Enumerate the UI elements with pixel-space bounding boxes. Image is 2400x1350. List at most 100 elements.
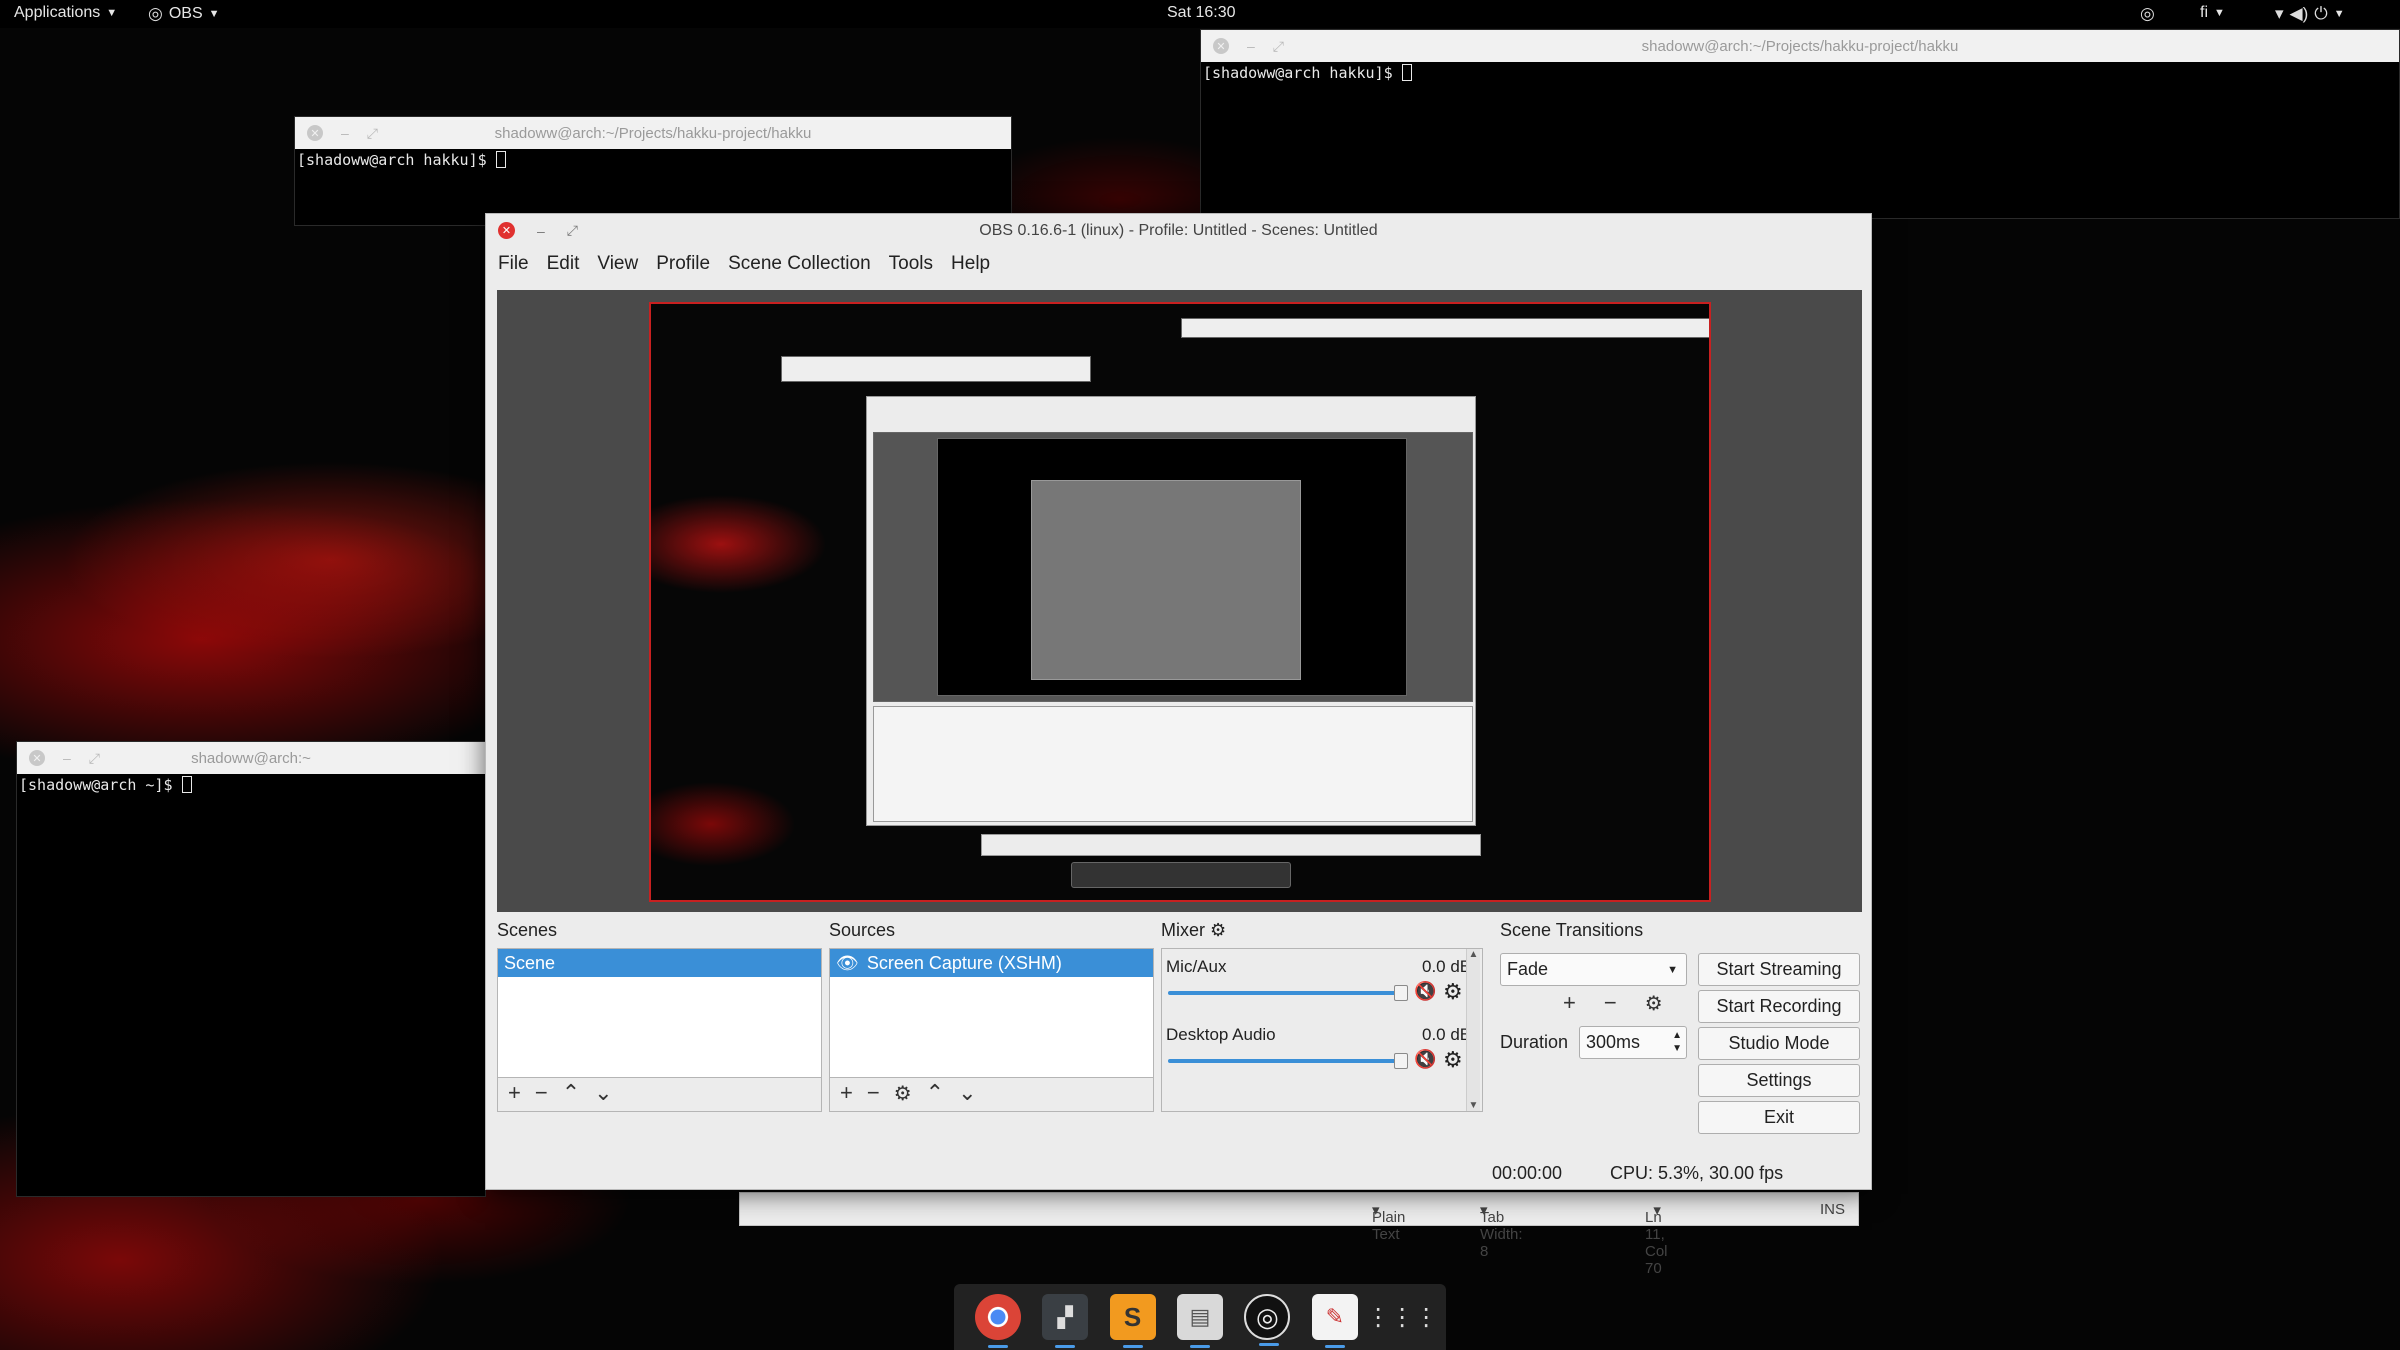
terminal-prompt-line[interactable]: [shadoww@arch ~]$ — [17, 774, 485, 796]
duration-spinbox[interactable]: 300ms ▲ ▼ — [1579, 1026, 1687, 1059]
remove-transition-icon[interactable]: − — [1604, 990, 1617, 1016]
menu-help[interactable]: Help — [951, 253, 990, 275]
add-scene-icon[interactable]: + — [508, 1080, 521, 1106]
transition-select[interactable]: Fade ▼ — [1500, 953, 1687, 986]
mixer-panel: Mic/Aux 0.0 dB 🔇 ⚙ Desktop Audio 0.0 dB … — [1161, 948, 1483, 1112]
chevron-down-icon: ▼ — [208, 8, 220, 20]
mixer-scrollbar[interactable]: ▲ ▼ — [1466, 949, 1480, 1111]
menu-profile[interactable]: Profile — [656, 253, 710, 275]
system-tray[interactable]: ▾ ◀) ⏻ ▼ — [2275, 4, 2345, 24]
remove-scene-icon[interactable]: − — [535, 1080, 548, 1106]
scene-name: Scene — [504, 952, 556, 973]
close-icon[interactable]: ✕ — [307, 125, 323, 141]
terminal-window-top-right[interactable]: ✕ – ⤢ shadoww@arch:~/Projects/hakku-projec… — [1200, 29, 2400, 219]
obs-window[interactable]: ✕ – ⤢ OBS 0.16.6-1 (linux) - Profile: Un… — [485, 213, 1872, 1190]
syntax-selector[interactable]: Plain Text ▾ — [1372, 1201, 1405, 1243]
transition-selected: Fade — [1507, 959, 1549, 979]
mixer-gear-icon[interactable]: ⚙ — [1210, 920, 1226, 940]
text-editor-icon[interactable]: ✎ — [1311, 1294, 1358, 1348]
app-grid-icon[interactable]: ⋮⋮⋮ — [1366, 1294, 1438, 1340]
channel-gear-icon[interactable]: ⚙ — [1443, 979, 1463, 1005]
minimize-icon[interactable]: – — [537, 223, 545, 239]
sources-title: Sources — [829, 920, 896, 940]
minimize-icon[interactable]: – — [63, 750, 71, 767]
close-icon[interactable]: ✕ — [29, 750, 45, 766]
mute-icon[interactable]: 🔇 — [1414, 1049, 1436, 1070]
tab-width-selector[interactable]: Tab Width: 8 ▾ — [1480, 1201, 1523, 1260]
terminal-prompt-line[interactable]: [shadoww@arch hakku]$ — [1201, 62, 2399, 84]
maximize-icon[interactable]: ⤢ — [89, 750, 100, 767]
cursor-position-label: Ln 11, Col 70 — [1645, 1209, 1668, 1277]
maximize-icon[interactable]: ⤢ — [367, 125, 378, 142]
chevron-down-icon: ▼ — [2214, 7, 2225, 19]
studio-mode-button[interactable]: Studio Mode — [1698, 1027, 1860, 1060]
clock-label: Sat 16:30 — [1167, 4, 1236, 21]
chrome-icon[interactable] — [974, 1294, 1021, 1348]
mixer-volume-slider[interactable] — [1168, 1059, 1402, 1063]
duration-label: Duration — [1500, 1032, 1569, 1052]
start-recording-button[interactable]: Start Recording — [1698, 990, 1860, 1023]
files-icon[interactable]: ▤ — [1176, 1294, 1223, 1348]
tab-width-label: Tab Width: 8 — [1480, 1209, 1523, 1260]
keyboard-layout-indicator[interactable]: fi ▼ — [2200, 4, 2225, 22]
close-icon[interactable]: ✕ — [498, 222, 515, 239]
mute-icon[interactable]: 🔇 — [1414, 981, 1436, 1002]
move-up-icon[interactable]: ⌃ — [926, 1080, 944, 1106]
volume-icon: ◀) — [2289, 4, 2309, 23]
menu-edit[interactable]: Edit — [547, 253, 580, 275]
menu-file[interactable]: File — [498, 253, 529, 275]
settings-button[interactable]: Settings — [1698, 1064, 1860, 1097]
scenes-list[interactable]: Scene — [497, 948, 822, 1078]
move-down-icon[interactable]: ⌄ — [958, 1080, 976, 1106]
terminal-titlebar: ✕ – ⤢ shadoww@arch:~/Projects/hakku-projec… — [1201, 30, 2399, 62]
obs-icon[interactable]: ◎ — [1244, 1294, 1291, 1346]
transition-gear-icon[interactable]: ⚙ — [1645, 991, 1663, 1016]
menu-view[interactable]: View — [597, 253, 638, 275]
start-streaming-button[interactable]: Start Streaming — [1698, 953, 1860, 986]
source-properties-gear-icon[interactable]: ⚙ — [894, 1081, 912, 1106]
terminal-prompt: [shadoww@arch hakku]$ — [1203, 64, 1402, 82]
menu-scene-collection[interactable]: Scene Collection — [728, 253, 871, 275]
add-transition-icon[interactable]: + — [1563, 990, 1576, 1016]
menu-tools[interactable]: Tools — [889, 253, 933, 275]
obs-tray-icon[interactable]: ◎ — [2140, 4, 2155, 24]
remove-source-icon[interactable]: − — [867, 1080, 880, 1106]
applications-label: Applications — [14, 4, 101, 21]
terminal-window-lower-left[interactable]: ✕ – ⤢ shadoww@arch:~ [shadoww@arch ~]$ — [16, 741, 486, 1197]
terminal-prompt-line[interactable]: [shadoww@arch hakku]$ — [295, 149, 1011, 171]
sources-list[interactable]: 👁 Screen Capture (XSHM) — [829, 948, 1154, 1078]
scroll-down-icon[interactable]: ▼ — [1467, 1100, 1480, 1111]
channel-gear-icon[interactable]: ⚙ — [1443, 1047, 1463, 1073]
terminal-window-middle[interactable]: ✕ – ⤢ shadoww@arch:~/Projects/hakku-projec… — [294, 116, 1012, 226]
obs-logo-icon: ◎ — [148, 4, 163, 23]
maximize-icon[interactable]: ⤢ — [567, 222, 578, 239]
source-list-item[interactable]: 👁 Screen Capture (XSHM) — [830, 949, 1153, 977]
terminal-title: shadoww@arch:~ — [191, 749, 311, 767]
eye-icon[interactable]: 👁 — [836, 953, 859, 974]
minimize-icon[interactable]: – — [341, 125, 349, 142]
keyboard-layout-label: fi — [2200, 4, 2208, 21]
maximize-icon[interactable]: ⤢ — [1273, 38, 1284, 55]
spin-arrows-icon[interactable]: ▲ ▼ — [1672, 1029, 1682, 1055]
exit-button[interactable]: Exit — [1698, 1101, 1860, 1134]
minimize-icon[interactable]: – — [1247, 38, 1255, 55]
mixer-volume-knob[interactable] — [1394, 1053, 1409, 1069]
move-down-icon[interactable]: ⌄ — [594, 1080, 612, 1106]
close-icon[interactable]: ✕ — [1213, 38, 1229, 54]
scroll-up-icon[interactable]: ▲ — [1467, 949, 1480, 960]
clock[interactable]: Sat 16:30 — [1167, 4, 1236, 22]
terminal-icon[interactable]: ▞ — [1042, 1294, 1089, 1348]
move-up-icon[interactable]: ⌃ — [562, 1080, 580, 1106]
sublime-icon[interactable]: S — [1109, 1294, 1156, 1348]
terminal-prompt: [shadoww@arch hakku]$ — [297, 151, 496, 169]
obs-menu-label: OBS — [168, 5, 203, 22]
applications-menu[interactable]: Applications ▼ — [14, 4, 117, 22]
obs-app-menu[interactable]: ◎ OBS ▼ — [148, 4, 220, 24]
mixer-volume-knob[interactable] — [1394, 985, 1409, 1001]
obs-titlebar: ✕ – ⤢ OBS 0.16.6-1 (linux) - Profile: Un… — [486, 214, 1871, 247]
scene-list-item[interactable]: Scene — [498, 949, 821, 977]
add-source-icon[interactable]: + — [840, 1080, 853, 1106]
preview-canvas[interactable] — [497, 290, 1862, 912]
cursor-position[interactable]: Ln 11, Col 70 ▾ — [1645, 1201, 1668, 1277]
mixer-volume-slider[interactable] — [1168, 991, 1402, 995]
